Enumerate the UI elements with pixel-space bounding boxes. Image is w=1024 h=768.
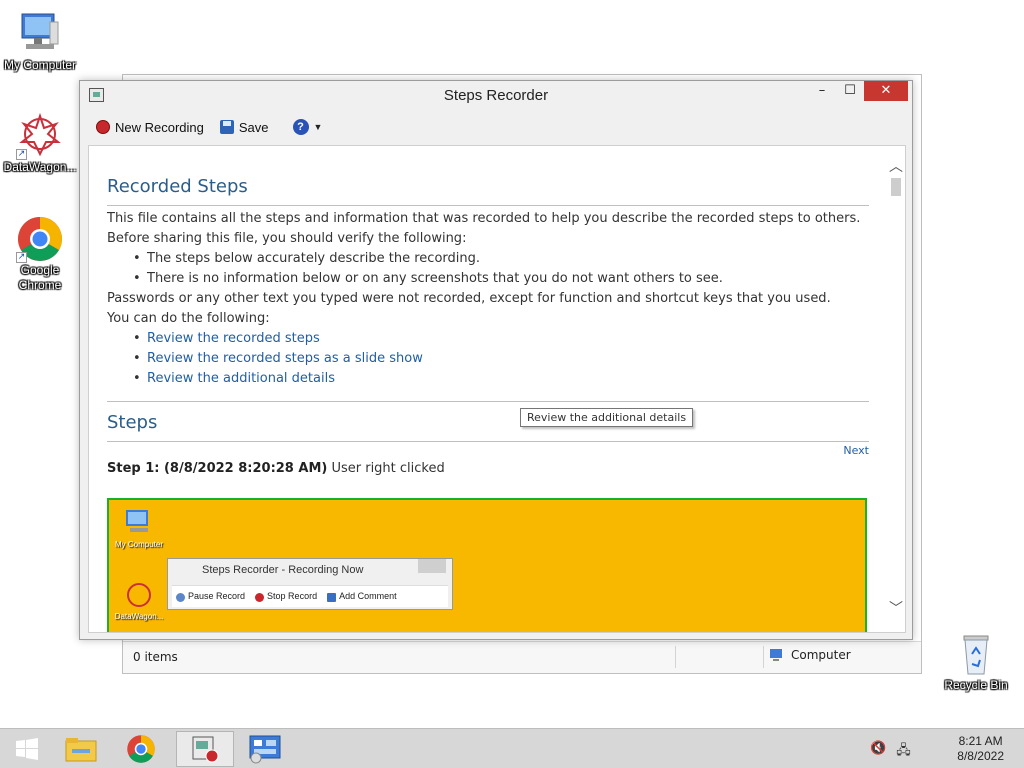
taskbar-control-panel[interactable] xyxy=(238,731,292,767)
close-icon xyxy=(418,559,446,573)
divider xyxy=(107,441,869,442)
steps-heading: Steps xyxy=(107,412,158,433)
screenshot-window-title: Steps Recorder - Recording Now xyxy=(202,564,364,576)
record-icon xyxy=(96,120,110,134)
status-location: Computer xyxy=(769,648,851,662)
pause-icon xyxy=(176,592,185,602)
windows-logo-icon xyxy=(16,738,38,760)
link-list: Review the recorded steps Review the rec… xyxy=(107,329,869,389)
scroll-down-icon[interactable]: ﹀ xyxy=(889,598,903,618)
window-title: Steps Recorder xyxy=(443,87,549,104)
status-bar: 0 items Computer xyxy=(123,641,921,673)
new-recording-button[interactable]: New Recording xyxy=(90,117,210,138)
save-icon xyxy=(219,120,234,134)
scroll-up-icon[interactable]: ︿ xyxy=(889,156,903,176)
taskbar-steps-recorder[interactable] xyxy=(176,731,234,767)
folder-icon xyxy=(65,738,97,762)
vertical-scrollbar[interactable]: ︿ ﹀ xyxy=(887,146,905,632)
clock[interactable]: 8:21 AM 8/8/2022 xyxy=(957,734,1004,764)
steps-recorder-icon xyxy=(192,736,219,763)
screenshot-datawagon-icon: DataWagon... xyxy=(109,580,169,621)
control-panel-icon xyxy=(249,735,281,764)
step-1-description: Step 1: (8/8/2022 8:20:28 AM) User right… xyxy=(107,461,869,476)
screenshot-my-computer-icon: My Computer xyxy=(109,508,169,549)
taskbar-file-explorer[interactable] xyxy=(54,731,108,767)
tooltip: Review the additional details xyxy=(520,408,694,427)
step-1-screenshot[interactable]: My Computer DataWagon... Steps Recorder … xyxy=(107,498,867,632)
toolbar: New Recording Save ? ▼ xyxy=(80,111,912,143)
desktop-icon-my-computer[interactable]: My Computer xyxy=(0,10,80,73)
new-recording-label: New Recording xyxy=(115,119,204,135)
screenshot-toolbar: Pause Record Stop Record Add Comment xyxy=(172,585,448,607)
comment-label: Add Comment xyxy=(339,591,397,602)
steps-recorder-window: Steps Recorder – ☐ ✕ New Recording Save … xyxy=(79,80,913,640)
help-icon: ? xyxy=(292,119,309,135)
you-can-text: You can do the following: xyxy=(107,311,270,326)
passwords-text: Passwords or any other text you typed we… xyxy=(107,291,831,306)
status-location-label: Computer xyxy=(791,648,851,662)
document-body: Recorded Steps This file contains all th… xyxy=(107,146,869,476)
comment-icon xyxy=(327,592,337,602)
screenshot-comment: Add Comment xyxy=(327,591,397,602)
shortcut-arrow-icon: ↗ xyxy=(16,149,27,160)
shortcut-arrow-icon: ↗ xyxy=(16,252,27,263)
icon-label: DataWagon... xyxy=(114,612,164,621)
pause-label: Pause Record xyxy=(188,591,246,602)
icon-label: DataWagon... xyxy=(3,160,77,174)
screenshot-stop: Stop Record xyxy=(255,591,318,602)
desktop-icon-recycle-bin[interactable]: Recycle Bin xyxy=(936,630,1016,693)
stop-label: Stop Record xyxy=(267,591,318,602)
title-bar[interactable]: Steps Recorder – ☐ ✕ xyxy=(80,81,912,109)
network-icon[interactable]: 🖧 xyxy=(896,741,911,763)
taskbar: 🔇 🖧 8:21 AM 8/8/2022 xyxy=(0,728,1024,768)
clock-time: 8:21 AM xyxy=(958,734,1003,748)
verify-text: Before sharing this file, you should ver… xyxy=(107,231,467,246)
link-review-details[interactable]: Review the additional details xyxy=(133,369,869,389)
computer-icon xyxy=(16,10,64,58)
datawagon-icon xyxy=(127,583,151,607)
clock-date: 8/8/2022 xyxy=(957,749,1004,763)
scroll-thumb[interactable] xyxy=(891,178,901,196)
desktop-icon-datawagon[interactable]: ↗ DataWagon... xyxy=(0,112,80,175)
start-button[interactable] xyxy=(0,731,54,767)
status-divider xyxy=(675,646,676,668)
desktop-icon-chrome[interactable]: ↗ Google Chrome xyxy=(0,215,80,293)
volume-muted-icon[interactable]: 🔇 xyxy=(870,741,886,763)
next-link[interactable]: Next xyxy=(107,444,869,457)
stop-icon xyxy=(255,592,265,602)
step-1-timestamp: Step 1: (8/8/2022 8:20:28 AM) xyxy=(107,461,328,476)
maximize-button[interactable]: ☐ xyxy=(836,81,864,101)
step-1-action: User right clicked xyxy=(327,461,445,476)
status-divider xyxy=(763,646,764,668)
recorded-steps-heading: Recorded Steps xyxy=(107,176,248,197)
chrome-icon xyxy=(127,735,155,763)
close-button[interactable]: ✕ xyxy=(864,81,908,101)
taskbar-chrome[interactable] xyxy=(114,731,168,767)
recycle-bin-icon xyxy=(952,630,1000,678)
help-button[interactable]: ? ▼ xyxy=(287,116,329,138)
chevron-down-icon[interactable]: ▼ xyxy=(314,122,323,132)
system-tray: 🔇 🖧 xyxy=(870,741,911,763)
recorded-steps-document: Recorded Steps This file contains all th… xyxy=(88,145,906,633)
check-list: The steps below accurately describe the … xyxy=(107,249,869,289)
icon-label: Recycle Bin xyxy=(944,678,1008,692)
link-review-slideshow[interactable]: Review the recorded steps as a slide sho… xyxy=(133,349,869,369)
chrome-icon: ↗ xyxy=(16,215,64,263)
screenshot-pause: Pause Record xyxy=(176,591,246,602)
icon-label: My Computer xyxy=(114,540,163,549)
icon-label: My Computer xyxy=(3,58,77,72)
list-item: There is no information below or on any … xyxy=(133,269,869,289)
save-button[interactable]: Save xyxy=(214,117,275,138)
status-item-count: 0 items xyxy=(133,650,178,664)
save-label: Save xyxy=(238,119,269,135)
screenshot-recorder-window: Steps Recorder - Recording Now Pause Rec… xyxy=(167,558,453,610)
icon-label: Google Chrome xyxy=(18,263,62,292)
list-item: The steps below accurately describe the … xyxy=(133,249,869,269)
datawagon-icon: ↗ xyxy=(16,112,64,160)
minimize-button[interactable]: – xyxy=(808,81,836,101)
link-review-steps[interactable]: Review the recorded steps xyxy=(133,329,869,349)
computer-icon xyxy=(770,649,782,661)
computer-icon xyxy=(126,510,148,532)
intro-text: This file contains all the steps and inf… xyxy=(107,211,861,226)
